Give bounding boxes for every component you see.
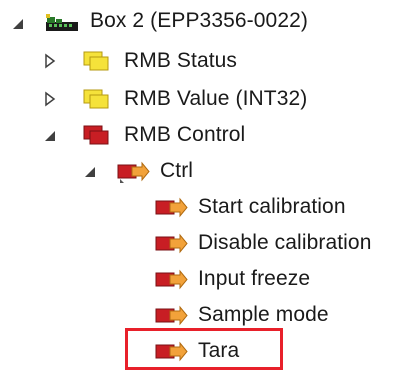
- collapsed-arrow-icon[interactable]: [42, 91, 58, 107]
- output-variable-icon: [155, 197, 188, 218]
- tree-view: Box 2 (EPP3356-0022) RMB Status RMB Valu…: [0, 0, 393, 372]
- tree-item-label: Disable calibration: [198, 231, 372, 254]
- tree-item-label: Ctrl: [160, 159, 194, 182]
- tree-item-rmb-control[interactable]: RMB Control: [0, 118, 393, 152]
- tree-item-box2[interactable]: Box 2 (EPP3356-0022): [0, 4, 393, 38]
- expanded-arrow-icon[interactable]: [10, 16, 26, 32]
- tree-item-disable-calibration[interactable]: Disable calibration: [0, 226, 393, 260]
- tree-item-rmb-value[interactable]: RMB Value (INT32): [0, 82, 393, 116]
- collapsed-arrow-icon[interactable]: [42, 53, 58, 69]
- tree-item-label: Sample mode: [198, 303, 329, 326]
- tree-item-rmb-status[interactable]: RMB Status: [0, 44, 393, 78]
- tree-item-label: Input freeze: [198, 267, 311, 290]
- input-folder-icon: [83, 51, 109, 71]
- output-variable-icon: [155, 233, 188, 254]
- tree-item-label: Box 2 (EPP3356-0022): [90, 9, 308, 32]
- device-box-icon: [46, 14, 78, 31]
- tree-item-label: RMB Control: [124, 123, 246, 146]
- output-folder-icon: [83, 125, 109, 145]
- tree-item-ctrl[interactable]: Ctrl: [0, 154, 393, 188]
- tree-item-label: RMB Status: [124, 49, 238, 72]
- highlight-frame: [125, 328, 283, 370]
- tree-item-label: RMB Value (INT32): [124, 87, 308, 110]
- input-folder-icon: [83, 89, 109, 109]
- output-variable-icon: [155, 305, 188, 326]
- tree-item-label: Start calibration: [198, 195, 346, 218]
- expanded-arrow-icon[interactable]: [42, 128, 58, 144]
- tree-item-input-freeze[interactable]: Input freeze: [0, 262, 393, 296]
- expanded-arrow-icon[interactable]: [82, 164, 98, 180]
- tree-item-start-calibration[interactable]: Start calibration: [0, 190, 393, 224]
- output-variable-icon: [155, 269, 188, 290]
- tree-item-sample-mode[interactable]: Sample mode: [0, 298, 393, 332]
- output-variable-icon: [117, 161, 150, 183]
